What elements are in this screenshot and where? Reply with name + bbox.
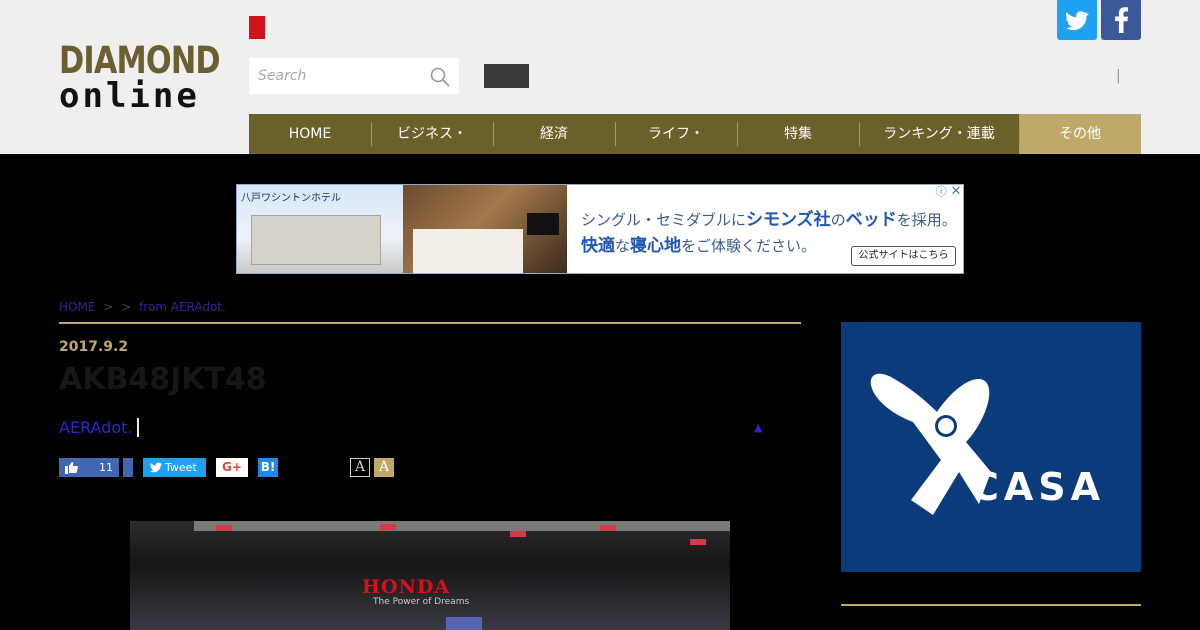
- casa-logo-icon: [870, 373, 991, 515]
- nav-item-life[interactable]: ライフ・: [615, 114, 737, 154]
- google-plus-button[interactable]: G+: [216, 458, 248, 477]
- search-input[interactable]: [249, 58, 424, 94]
- photo-screen: [446, 617, 482, 630]
- facebook-share-button[interactable]: [123, 458, 133, 477]
- ad-info-icon[interactable]: ⓘ: [934, 185, 948, 199]
- photo-truss: [194, 521, 730, 531]
- arrow-up-icon[interactable]: ▲: [754, 421, 762, 434]
- twitter-link[interactable]: [1057, 0, 1097, 40]
- photo-slogan: The Power of Dreams: [373, 597, 470, 607]
- breadcrumb: HOME > > from AERAdot.: [59, 300, 230, 314]
- header-separator: |: [1116, 68, 1121, 84]
- photo-light: [216, 525, 232, 531]
- ad-text: の: [830, 211, 846, 229]
- ad-hotel-image: 八戸ワシントンホテル: [237, 185, 403, 273]
- casa-wordmark: CASA: [971, 465, 1106, 509]
- twitter-icon: [1066, 11, 1089, 31]
- ad-building-image: [251, 215, 381, 265]
- site-header: DIAMOND online | HOME ビジネス・ 経済 ライフ・ 特集 ラ…: [0, 0, 1200, 154]
- ad-tv-image: [527, 213, 559, 235]
- tweet-button[interactable]: Tweet: [143, 458, 206, 477]
- ad-subline: 快適な寝心地をご体験ください。: [581, 231, 816, 256]
- photo-light: [510, 531, 526, 537]
- casa-registered-mark: ®: [951, 465, 961, 476]
- nav-item-business[interactable]: ビジネス・: [371, 114, 493, 154]
- font-size-large-button[interactable]: A: [374, 458, 394, 477]
- nav-item-feature[interactable]: 特集: [737, 114, 859, 154]
- breadcrumb-current[interactable]: from AERAdot.: [139, 300, 226, 314]
- ad-close-icon[interactable]: ✕: [949, 185, 963, 199]
- ad-text: シングル・セミダブルに: [581, 211, 747, 229]
- ad-headline: シングル・セミダブルにシモンズ社のベッドを採用。: [581, 205, 957, 230]
- photo-light: [690, 539, 706, 545]
- ad-item: ベッド: [845, 210, 897, 230]
- hatena-bookmark-button[interactable]: B!: [258, 458, 278, 477]
- photo-light: [600, 525, 616, 531]
- search-icon[interactable]: [429, 66, 451, 88]
- nav-item-other[interactable]: その他: [1019, 114, 1141, 154]
- facebook-icon: [1115, 7, 1128, 33]
- twitter-icon: [150, 462, 162, 473]
- article-title: AKB48JKT48: [59, 362, 267, 397]
- logo-line-2: online: [59, 76, 200, 116]
- ad-bed-image: [413, 229, 523, 273]
- ad-brand: シモンズ社: [746, 210, 831, 230]
- search-box: [249, 58, 459, 94]
- article-date: 2017.9.2: [59, 339, 129, 355]
- breadcrumb-separator: >: [121, 300, 132, 314]
- breadcrumb-home[interactable]: HOME: [59, 300, 95, 314]
- red-badge: [249, 16, 265, 39]
- ad-text: な: [615, 237, 631, 255]
- thumbs-up-icon: [65, 462, 78, 474]
- ad-emphasis: 快適: [581, 236, 615, 256]
- divider: [59, 322, 801, 324]
- banner-ad[interactable]: 八戸ワシントンホテル シングル・セミダブルにシモンズ社のベッドを採用。 快適な寝…: [236, 184, 964, 274]
- photo-sign: HONDA: [362, 576, 451, 598]
- nav-item-home[interactable]: HOME: [249, 114, 371, 154]
- nav-item-economy[interactable]: 経済: [493, 114, 615, 154]
- like-count: 11: [99, 461, 113, 474]
- header-dark-button[interactable]: [484, 64, 529, 88]
- article-photo: HONDA The Power of Dreams: [130, 521, 730, 630]
- ad-hotel-name: 八戸ワシントンホテル: [241, 193, 341, 204]
- article-author[interactable]: AERAdot.: [59, 418, 133, 437]
- font-size-small-button[interactable]: A: [350, 458, 370, 477]
- tweet-label: Tweet: [165, 461, 197, 474]
- sidebar-divider: [841, 604, 1141, 606]
- sidebar-ad[interactable]: ® CASA: [841, 322, 1141, 572]
- ad-text: を採用。: [896, 211, 957, 229]
- ad-text: をご体験ください。: [681, 237, 817, 255]
- facebook-like-button[interactable]: 11: [59, 458, 119, 477]
- site-logo[interactable]: DIAMOND online: [59, 39, 223, 116]
- main-nav: HOME ビジネス・ 経済 ライフ・ 特集 ランキング・連載 その他: [249, 114, 1141, 154]
- ad-emphasis: 寝心地: [630, 236, 682, 256]
- breadcrumb-separator: >: [103, 300, 114, 314]
- photo-light: [380, 524, 396, 530]
- facebook-link[interactable]: [1101, 0, 1141, 40]
- nav-item-ranking[interactable]: ランキング・連載: [859, 114, 1019, 154]
- ad-cta-button[interactable]: 公式サイトはこちら: [851, 246, 956, 266]
- logo-line-1: DIAMOND: [59, 39, 221, 82]
- author-separator: [137, 418, 139, 437]
